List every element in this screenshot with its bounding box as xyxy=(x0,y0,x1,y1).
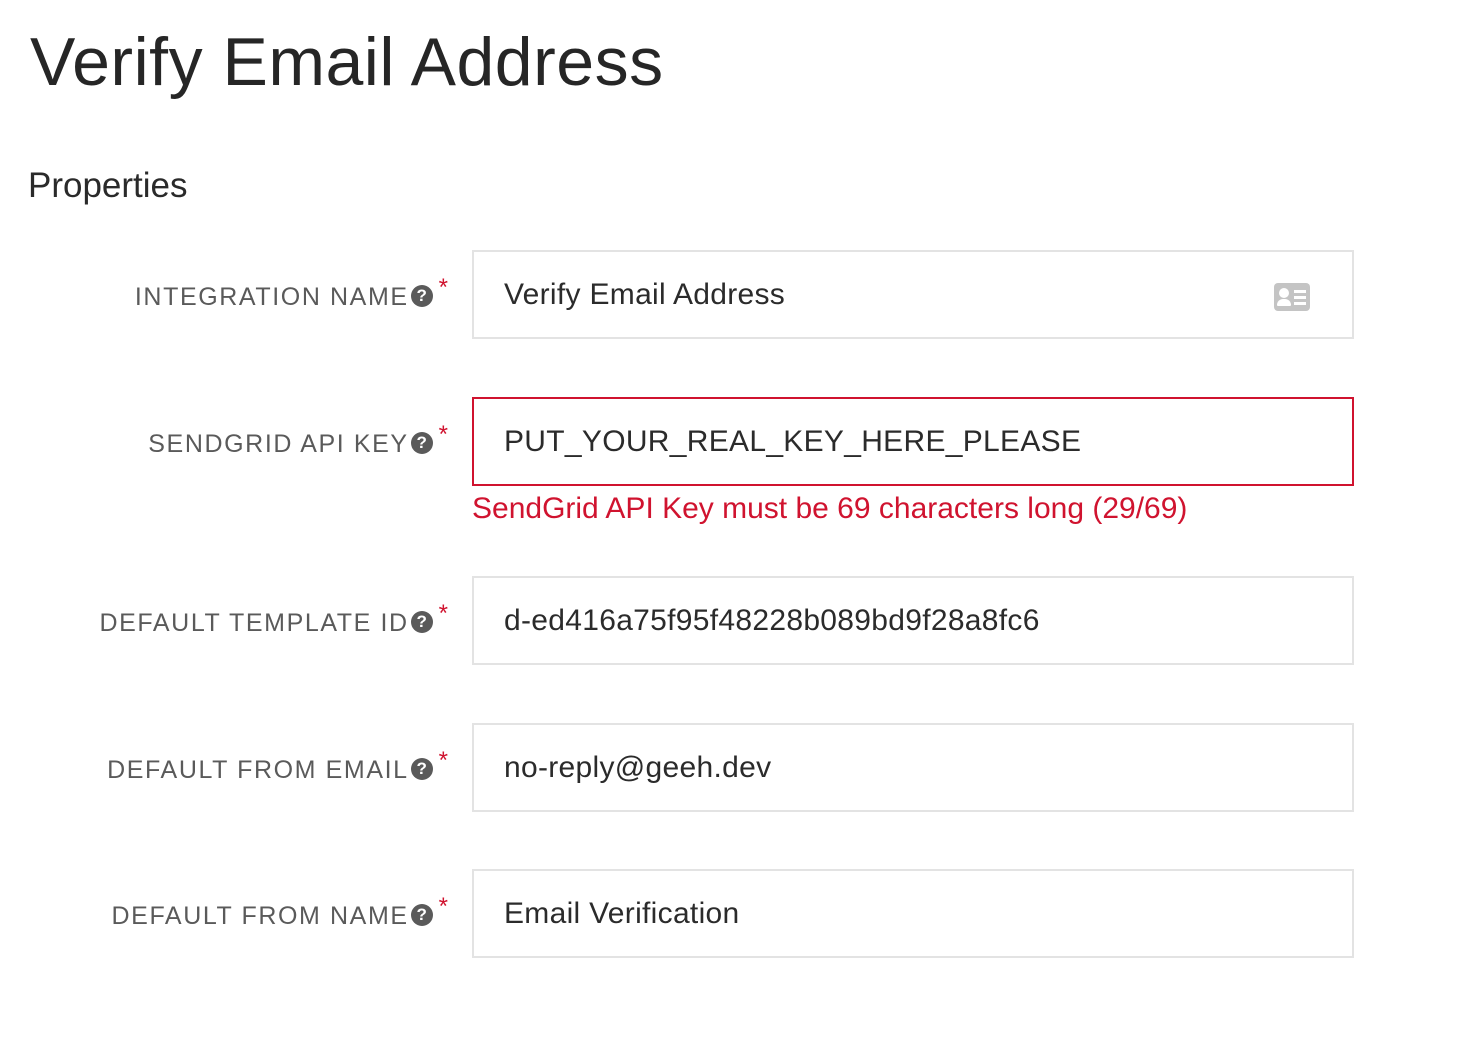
field-label-default-from-email: DEFAULT FROM EMAIL ? * xyxy=(107,749,448,785)
required-marker: * xyxy=(438,747,448,774)
default-from-name-input[interactable] xyxy=(472,869,1354,958)
required-marker: * xyxy=(438,421,448,448)
validation-error-message: SendGrid API Key must be 69 characters l… xyxy=(472,492,1188,525)
section-title: Properties xyxy=(28,166,188,205)
help-icon[interactable]: ? xyxy=(410,432,433,454)
help-icon[interactable]: ? xyxy=(410,285,433,307)
field-label-text: DEFAULT FROM NAME xyxy=(111,902,409,930)
help-icon[interactable]: ? xyxy=(410,611,433,633)
field-label-default-from-name: DEFAULT FROM NAME ? * xyxy=(111,895,448,931)
required-marker: * xyxy=(438,274,448,301)
page-title: Verify Email Address xyxy=(30,24,664,100)
field-label-sendgrid-api-key: SENDGRID API KEY ? * xyxy=(148,423,448,459)
field-label-text: DEFAULT FROM EMAIL xyxy=(107,756,409,784)
field-label-text: DEFAULT TEMPLATE ID xyxy=(99,609,409,637)
default-from-email-input[interactable] xyxy=(472,723,1354,812)
field-label-default-template-id: DEFAULT TEMPLATE ID ? * xyxy=(99,602,448,638)
field-label-text: SENDGRID API KEY xyxy=(148,430,409,458)
default-template-id-input[interactable] xyxy=(472,576,1354,665)
help-icon[interactable]: ? xyxy=(410,904,433,926)
required-marker: * xyxy=(438,893,448,920)
integration-name-input[interactable] xyxy=(472,250,1354,339)
help-icon[interactable]: ? xyxy=(410,758,433,780)
contact-card-icon[interactable] xyxy=(1274,283,1310,311)
field-label-text: INTEGRATION NAME xyxy=(134,283,409,311)
sendgrid-api-key-input[interactable] xyxy=(472,397,1354,486)
field-label-integration-name: INTEGRATION NAME ? * xyxy=(134,276,448,312)
required-marker: * xyxy=(438,600,448,627)
